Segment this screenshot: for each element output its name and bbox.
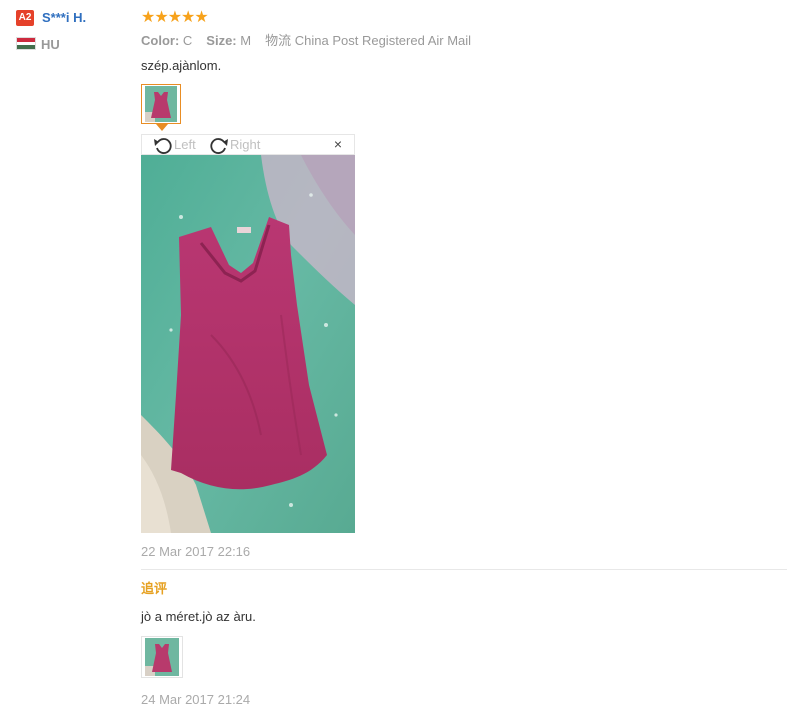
dress-thumbnail-image bbox=[145, 638, 179, 676]
divider bbox=[141, 569, 787, 570]
buyer-level-badge: A2 bbox=[16, 10, 34, 26]
hungary-flag-icon bbox=[16, 37, 36, 50]
rotate-left-button[interactable]: Left bbox=[152, 136, 196, 154]
shipping-label: 物流 bbox=[265, 33, 292, 48]
rotate-left-label: Left bbox=[174, 137, 196, 152]
color-label: Color: bbox=[141, 33, 180, 48]
followup-title: 追评 bbox=[141, 581, 168, 596]
close-viewer-button[interactable]: × bbox=[334, 136, 342, 152]
followup-text: jò a méret.jò az àru. bbox=[141, 609, 256, 624]
dress-thumbnail-image bbox=[145, 86, 177, 122]
review-photo-large bbox=[141, 155, 355, 533]
rotate-right-label: Right bbox=[230, 137, 261, 152]
followup-photo-thumbnail[interactable] bbox=[141, 636, 183, 678]
reviewer-country: HU bbox=[41, 37, 60, 52]
size-value: M bbox=[240, 33, 252, 48]
review-photo-thumbnail[interactable] bbox=[141, 84, 181, 124]
photo-viewer-toolbar: Left Right × bbox=[141, 134, 355, 155]
rotate-right-button[interactable]: Right bbox=[208, 136, 260, 154]
dress-photo-image bbox=[141, 155, 355, 533]
followup-date: 24 Mar 2017 21:24 bbox=[141, 692, 251, 707]
rotate-left-icon bbox=[154, 138, 172, 154]
order-attributes: Color: C Size: M 物流 China Post Registered … bbox=[141, 33, 471, 49]
review-text: szép.ajànlom. bbox=[141, 58, 222, 73]
rotate-right-icon bbox=[210, 138, 228, 154]
active-thumbnail-indicator bbox=[156, 124, 168, 131]
size-label: Size: bbox=[206, 33, 237, 48]
color-value: C bbox=[182, 33, 193, 48]
shipping-value: China Post Registered Air Mail bbox=[294, 33, 472, 48]
review-date: 22 Mar 2017 22:16 bbox=[141, 544, 251, 559]
star-rating: ★★★★★ bbox=[141, 9, 209, 26]
reviewer-name: S***i H. bbox=[42, 10, 87, 25]
